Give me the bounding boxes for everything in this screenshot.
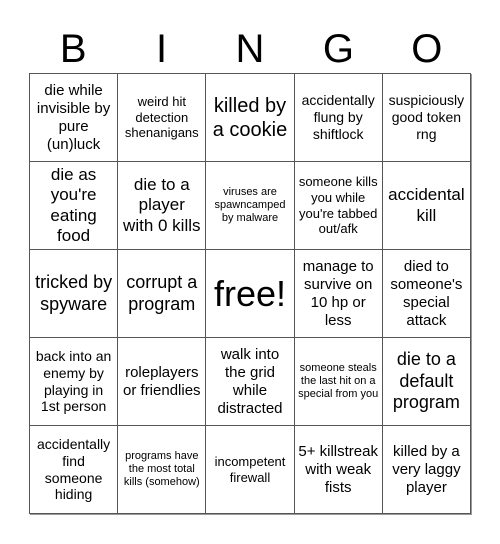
bingo-cell[interactable]: walk into the grid while distracted bbox=[206, 338, 295, 426]
bingo-cell[interactable]: accidentally find someone hiding bbox=[30, 426, 119, 514]
bingo-cell[interactable]: accidentally flung by shiftlock bbox=[294, 74, 383, 162]
header-letter-o: O bbox=[411, 27, 443, 71]
bingo-cell[interactable]: die while invisible by pure (un)luck bbox=[30, 74, 119, 162]
bingo-cell[interactable]: roleplayers or friendlies bbox=[118, 338, 207, 426]
header-letter-i: I bbox=[156, 27, 168, 71]
bingo-cell[interactable]: someone kills you while you're tabbed ou… bbox=[294, 162, 383, 250]
header-letter-g: G bbox=[322, 27, 354, 71]
bingo-cell[interactable]: manage to survive on 10 hp or less bbox=[294, 250, 383, 338]
bingo-cell[interactable]: someone steals the last hit on a special… bbox=[294, 338, 383, 426]
bingo-cell[interactable]: incompetent firewall bbox=[206, 426, 295, 514]
bingo-cell[interactable]: suspiciously good token rng bbox=[382, 74, 471, 162]
bingo-header: B I N G O bbox=[29, 26, 471, 72]
header-letter-b: B bbox=[59, 27, 87, 71]
bingo-cell[interactable]: 5+ killstreak with weak fists bbox=[294, 426, 383, 514]
bingo-cell[interactable]: die as you're eating food bbox=[30, 162, 119, 250]
bingo-cell[interactable]: corrupt a program bbox=[118, 250, 207, 338]
bingo-cell[interactable]: die to a default program bbox=[382, 338, 471, 426]
bingo-cell[interactable]: programs have the most total kills (some… bbox=[118, 426, 207, 514]
bingo-cell[interactable]: killed by a cookie bbox=[206, 74, 295, 162]
header-letter-n: N bbox=[235, 27, 265, 71]
bingo-cell[interactable]: die to a player with 0 kills bbox=[118, 162, 207, 250]
bingo-cell[interactable]: tricked by spyware bbox=[30, 250, 119, 338]
bingo-cell[interactable]: viruses are spawncamped by malware bbox=[206, 162, 295, 250]
free-space[interactable]: free! bbox=[206, 250, 295, 338]
bingo-cell[interactable]: killed by a very laggy player bbox=[382, 426, 471, 514]
bingo-cell[interactable]: accidental kill bbox=[382, 162, 471, 250]
bingo-cell[interactable]: weird hit detection shenanigans bbox=[118, 74, 207, 162]
bingo-cell[interactable]: died to someone's special attack bbox=[382, 250, 471, 338]
bingo-cell[interactable]: back into an enemy by playing in 1st per… bbox=[30, 338, 119, 426]
bingo-card: die while invisible by pure (un)luck wei… bbox=[29, 73, 471, 514]
